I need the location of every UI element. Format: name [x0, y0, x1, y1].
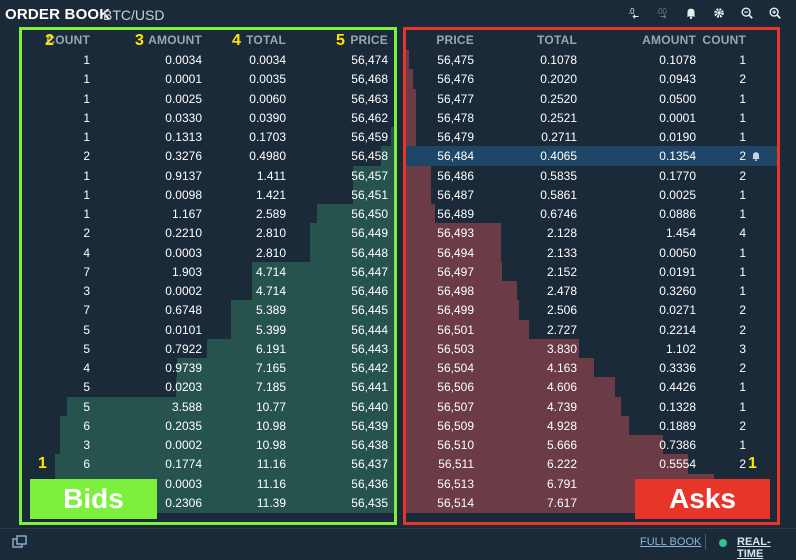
svg-text:.00: .00 [656, 7, 668, 16]
pair-label: BTC/USD [103, 7, 164, 23]
annotation-number-2: 2 [45, 32, 54, 50]
page-title: ORDER BOOK [5, 6, 110, 23]
annotation-asks-number-1: 1 [748, 455, 757, 473]
full-book-link[interactable]: FULL BOOK [640, 536, 701, 548]
gear-icon[interactable] [710, 4, 728, 22]
order-book-header: ORDER BOOK BTC/USD .0 .00 [0, 0, 796, 28]
bids-label: Bids [30, 479, 157, 519]
toolbar: .0 .00 [626, 4, 784, 22]
bids-outline [19, 27, 397, 525]
increase-decimals-icon[interactable]: .00 [654, 4, 672, 22]
annotation-number-1: 1 [38, 455, 47, 473]
footer: FULL BOOK REAL-TIME [0, 528, 796, 557]
zoom-in-icon[interactable] [766, 4, 784, 22]
expand-icon[interactable] [12, 535, 28, 549]
zoom-out-icon[interactable] [738, 4, 756, 22]
asks-outline [403, 27, 780, 525]
decrease-decimals-icon[interactable]: .0 [626, 4, 644, 22]
bell-icon[interactable] [682, 4, 700, 22]
real-time-link[interactable]: REAL-TIME [737, 536, 796, 560]
annotation-number-5: 5 [336, 32, 345, 50]
footer-divider [705, 534, 706, 550]
annotation-number-3: 3 [135, 32, 144, 50]
realtime-status-dot [719, 539, 727, 547]
svg-text:.0: .0 [628, 7, 635, 16]
annotation-number-4: 4 [232, 32, 241, 50]
asks-label: Asks [635, 479, 770, 519]
